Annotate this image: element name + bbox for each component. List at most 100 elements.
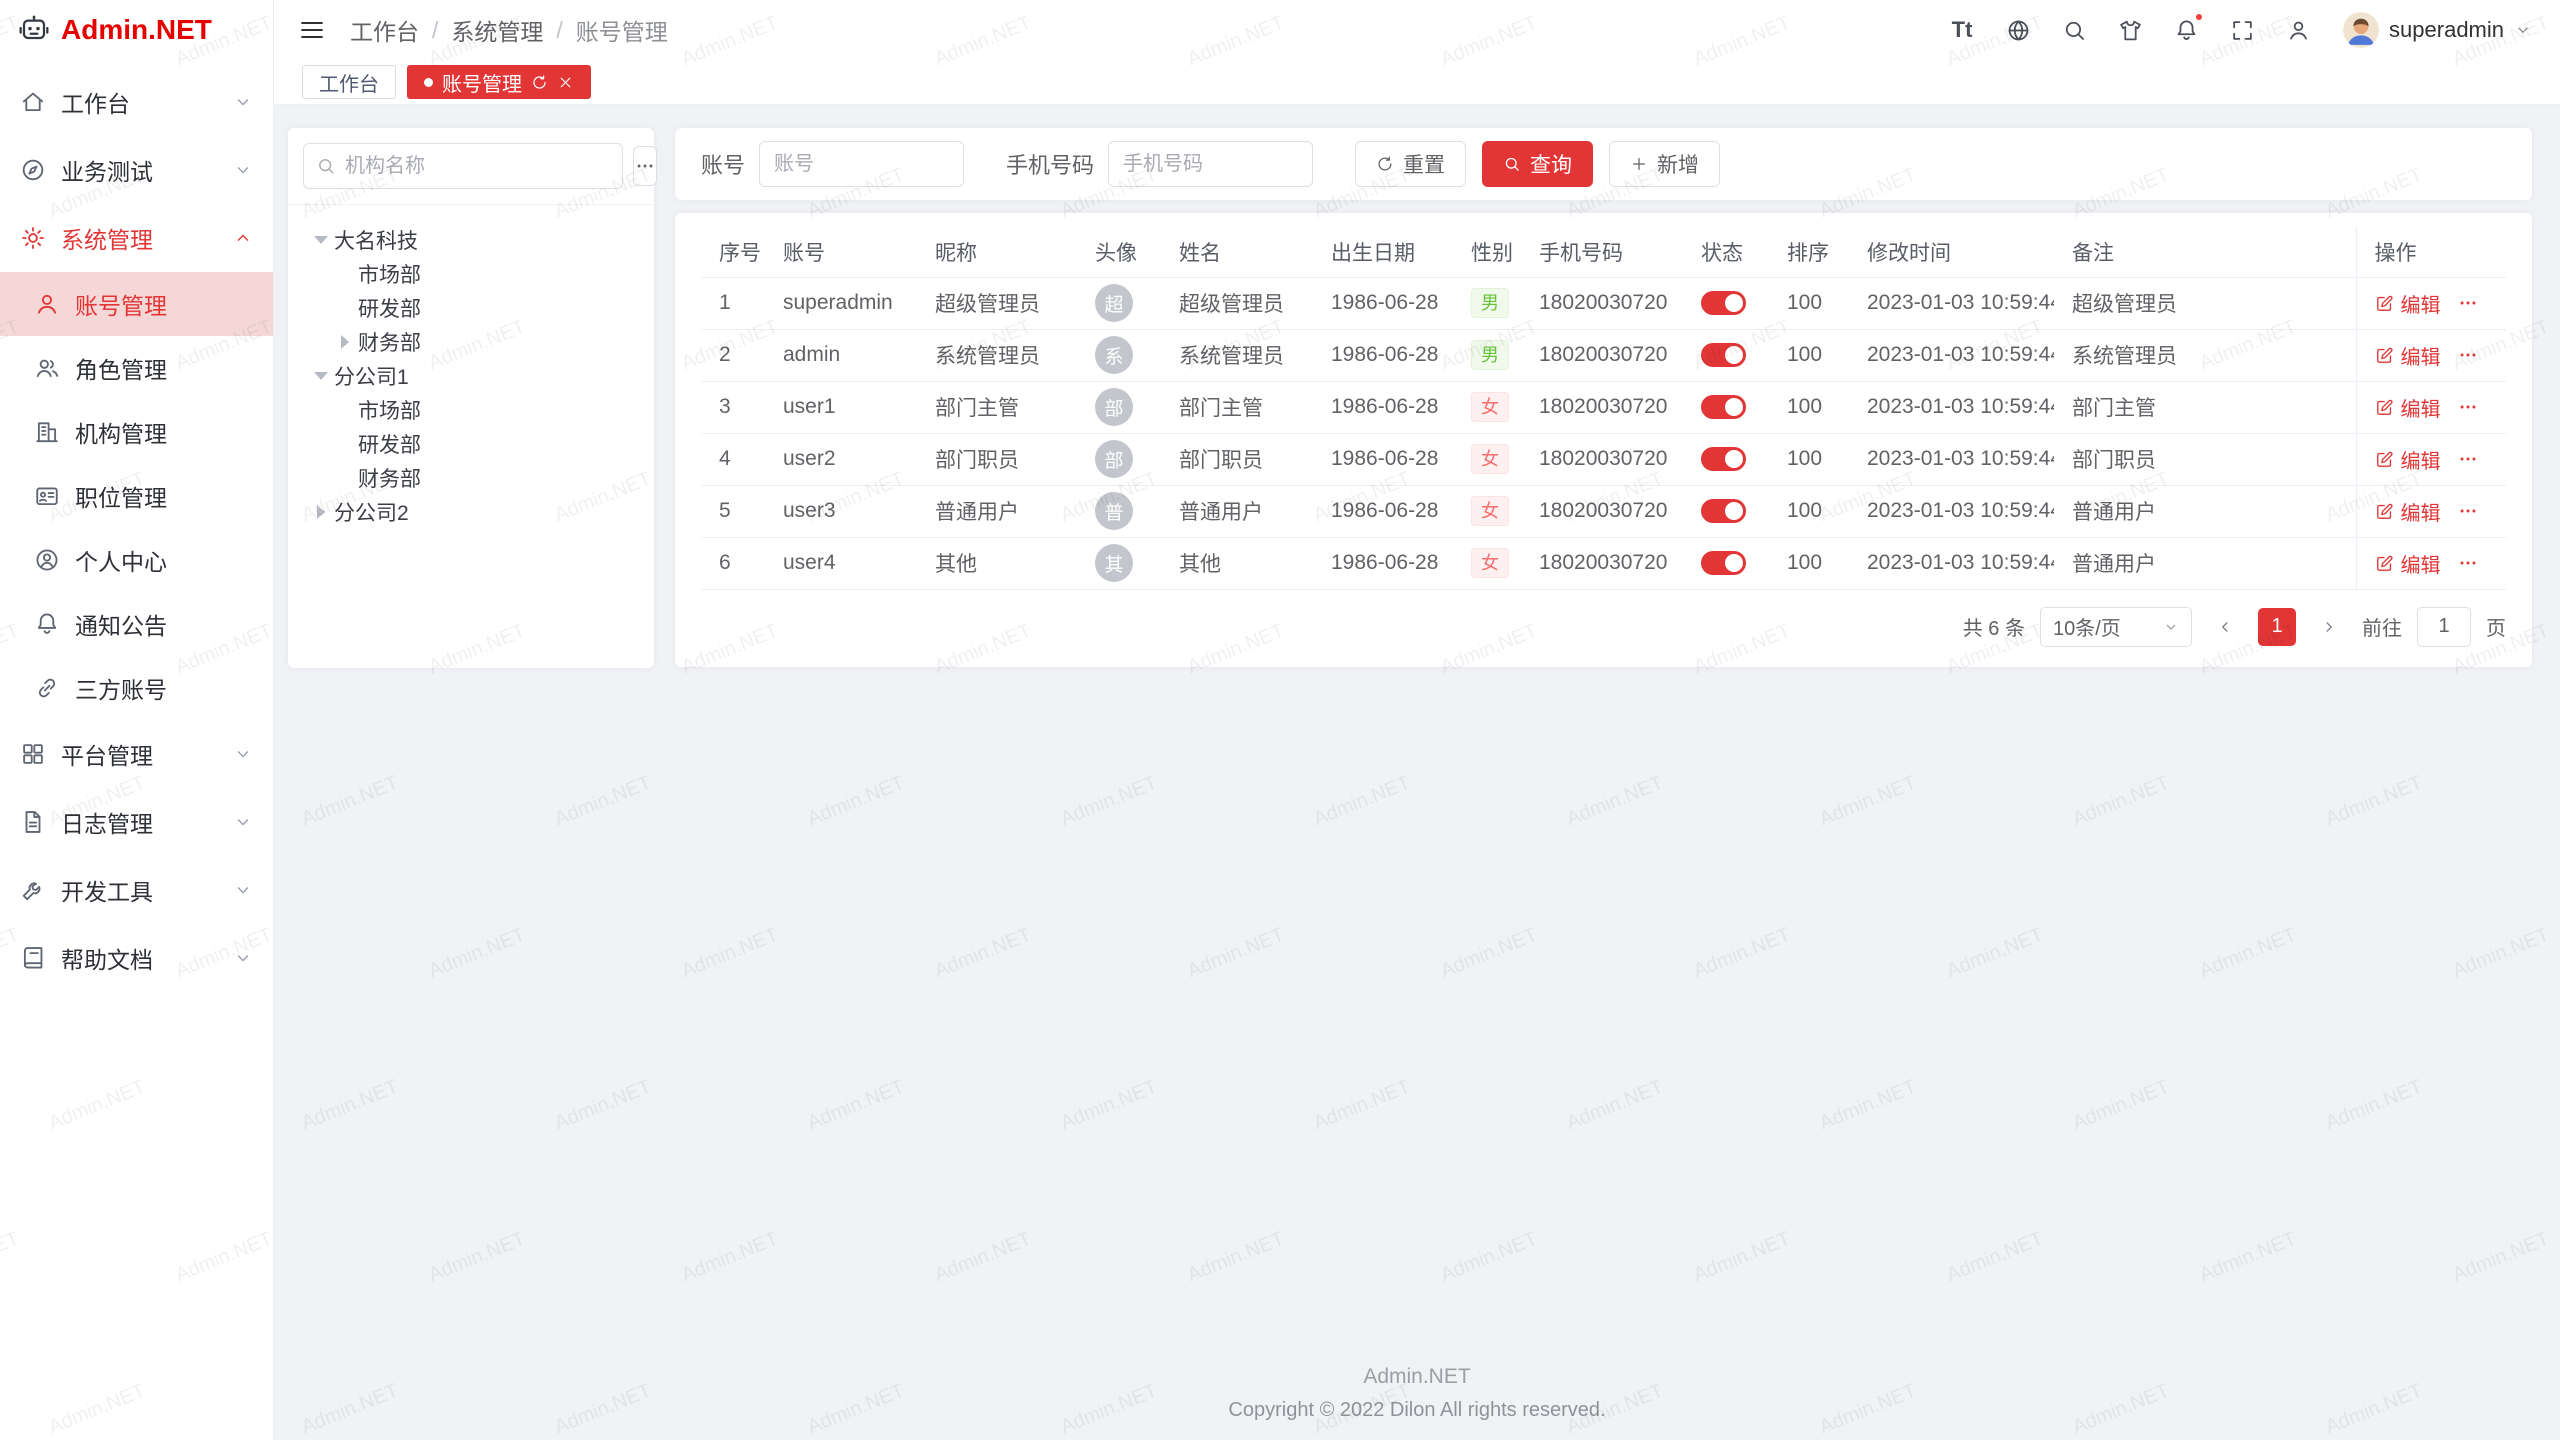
tree-node[interactable]: 市场部: [302, 257, 640, 291]
edit-button[interactable]: 编辑: [2375, 497, 2441, 526]
logo[interactable]: Admin.NET: [0, 0, 273, 60]
status-toggle[interactable]: [1701, 395, 1746, 419]
edit-button[interactable]: 编辑: [2375, 289, 2441, 318]
org-more-button[interactable]: [633, 146, 657, 186]
column-header: 昵称: [917, 227, 1077, 277]
status-toggle[interactable]: [1701, 551, 1746, 575]
org-search-input[interactable]: [345, 155, 610, 178]
sidebar-item[interactable]: 平台管理: [0, 720, 273, 788]
tree-node[interactable]: 分公司2: [302, 495, 640, 529]
sidebar-item[interactable]: 三方账号: [0, 656, 273, 720]
sidebar-item[interactable]: 日志管理: [0, 788, 273, 856]
tree-node[interactable]: 财务部: [302, 325, 640, 359]
edit-button[interactable]: 编辑: [2375, 445, 2441, 474]
search-button[interactable]: 查询: [1482, 141, 1593, 187]
sidebar-item[interactable]: 业务测试: [0, 136, 273, 204]
tree-node[interactable]: 财务部: [302, 461, 640, 495]
tree-node[interactable]: 研发部: [302, 291, 640, 325]
sidebar-item[interactable]: 帮助文档: [0, 924, 273, 992]
tree-node[interactable]: 市场部: [302, 393, 640, 427]
chevron-down-icon: [233, 812, 253, 832]
next-page-button[interactable]: [2311, 609, 2347, 645]
reset-button[interactable]: 重置: [1355, 141, 1466, 187]
font-size-button[interactable]: Tt: [1947, 15, 1977, 45]
cell-status: [1683, 277, 1769, 329]
row-more-button[interactable]: [2457, 344, 2479, 366]
edit-icon: [2375, 502, 2394, 521]
search-button[interactable]: [2059, 15, 2089, 45]
column-header: 状态: [1683, 227, 1769, 277]
account-input[interactable]: [759, 141, 964, 187]
goto-page-input[interactable]: [2417, 607, 2471, 647]
row-more-button[interactable]: [2457, 500, 2479, 522]
page-size-select[interactable]: 10条/页: [2040, 607, 2192, 647]
cell-phone: 18020030720: [1521, 537, 1683, 589]
sidebar-item[interactable]: 开发工具: [0, 856, 273, 924]
status-toggle[interactable]: [1701, 447, 1746, 471]
tab[interactable]: 工作台: [302, 65, 396, 99]
profile-icon: [34, 547, 60, 573]
breadcrumb-item[interactable]: 账号管理: [576, 13, 668, 47]
tab-refresh-icon[interactable]: [531, 74, 548, 91]
theme-button[interactable]: [2115, 15, 2145, 45]
row-more-button[interactable]: [2457, 552, 2479, 574]
sidebar-item[interactable]: 个人中心: [0, 528, 273, 592]
edit-icon: [2375, 346, 2394, 365]
row-more-button[interactable]: [2457, 292, 2479, 314]
bell-icon: [34, 611, 60, 637]
tree-node[interactable]: 大名科技: [302, 223, 640, 257]
tab[interactable]: 账号管理: [407, 65, 591, 99]
tree-node[interactable]: 研发部: [302, 427, 640, 461]
tree-node-label: 市场部: [358, 395, 421, 425]
sidebar-item[interactable]: 职位管理: [0, 464, 273, 528]
edit-button[interactable]: 编辑: [2375, 393, 2441, 422]
sidebar-item[interactable]: 角色管理: [0, 336, 273, 400]
sidebar-item-label: 账号管理: [75, 287, 167, 321]
status-toggle[interactable]: [1701, 291, 1746, 315]
sidebar-item[interactable]: 通知公告: [0, 592, 273, 656]
sidebar-item[interactable]: 工作台: [0, 68, 273, 136]
user-menu[interactable]: superadmin: [2343, 12, 2532, 48]
cell-phone: 18020030720: [1521, 277, 1683, 329]
cell-sort: 100: [1769, 277, 1849, 329]
tree-caret-icon[interactable]: [308, 236, 334, 244]
cell-actions: 编辑: [2356, 277, 2506, 329]
status-toggle[interactable]: [1701, 343, 1746, 367]
add-button[interactable]: 新增: [1609, 141, 1720, 187]
breadcrumb-item[interactable]: 工作台: [350, 13, 419, 47]
status-toggle[interactable]: [1701, 499, 1746, 523]
prev-page-button[interactable]: [2207, 609, 2243, 645]
tab-close-icon[interactable]: [557, 74, 574, 91]
column-header: 排序: [1769, 227, 1849, 277]
tree-node[interactable]: 分公司1: [302, 359, 640, 393]
cell-gender: 女: [1453, 433, 1521, 485]
sidebar-item[interactable]: 系统管理: [0, 204, 273, 272]
cell-remark: 普通用户: [2054, 485, 2356, 537]
tree-caret-icon[interactable]: [308, 372, 334, 380]
edit-button[interactable]: 编辑: [2375, 549, 2441, 578]
pagination-total: 共 6 条: [1963, 612, 2025, 641]
tree-caret-icon[interactable]: [308, 505, 334, 519]
home-icon: [20, 89, 46, 115]
ellipsis-icon: [2457, 396, 2479, 418]
row-more-button[interactable]: [2457, 396, 2479, 418]
sidebar-item[interactable]: 账号管理: [0, 272, 273, 336]
globe-button[interactable]: [2003, 15, 2033, 45]
collapse-sidebar-button[interactable]: [298, 16, 326, 44]
tree-caret-icon[interactable]: [332, 335, 358, 349]
page-number-button[interactable]: 1: [2258, 608, 2296, 646]
person-button[interactable]: [2283, 15, 2313, 45]
chevron-down-icon: [233, 160, 253, 180]
fullscreen-button[interactable]: [2227, 15, 2257, 45]
phone-input[interactable]: [1108, 141, 1313, 187]
table-row: 1superadmin超级管理员超超级管理员1986-06-28男1802003…: [701, 277, 2506, 329]
sidebar-item[interactable]: 机构管理: [0, 400, 273, 464]
grid-icon: [20, 741, 46, 767]
hamburger-icon: [298, 16, 326, 44]
cell-actions: 编辑: [2356, 329, 2506, 381]
row-more-button[interactable]: [2457, 448, 2479, 470]
refresh-icon: [1376, 155, 1394, 173]
bell-button[interactable]: [2171, 15, 2201, 45]
edit-button[interactable]: 编辑: [2375, 341, 2441, 370]
breadcrumb-item[interactable]: 系统管理: [451, 13, 543, 47]
